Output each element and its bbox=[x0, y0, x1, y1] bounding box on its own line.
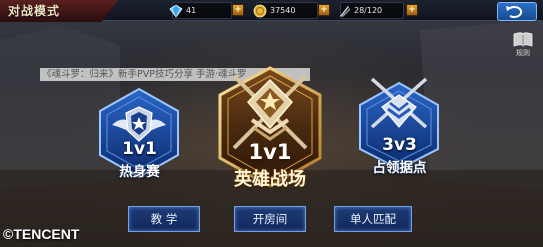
back-arrow-icon bbox=[506, 6, 523, 18]
rules-button[interactable]: 规则 bbox=[511, 30, 535, 62]
rules-label: 规则 bbox=[516, 49, 530, 57]
page-title: 对战模式 bbox=[8, 4, 61, 18]
mode-name-hero-battle: 英雄战场 bbox=[234, 169, 306, 190]
game-screen: 对战模式 41 + 37540 + 28/120 + 规则 《魂斗罗：归来》新手… bbox=[0, 0, 543, 247]
stamina-value: 28/120 bbox=[354, 6, 383, 15]
mode-card-warmup[interactable]: 1v1 热身赛 bbox=[92, 85, 187, 180]
gold-coin-icon bbox=[253, 4, 267, 17]
gold-counter: 37540 bbox=[253, 2, 318, 19]
mode-format-warmup: 1v1 bbox=[122, 139, 157, 159]
add-gold-button[interactable]: + bbox=[318, 4, 330, 16]
mode-format-capture-point: 3v3 bbox=[382, 135, 417, 155]
create-room-button[interactable]: 开房间 bbox=[234, 206, 306, 232]
diamond-value: 41 bbox=[186, 6, 197, 15]
add-diamond-button[interactable]: + bbox=[232, 4, 244, 16]
book-icon bbox=[513, 32, 533, 48]
diamond-counter: 41 bbox=[169, 2, 232, 19]
add-stamina-button[interactable]: + bbox=[406, 4, 418, 16]
stamina-counter: 28/120 bbox=[340, 2, 404, 19]
mode-card-capture-point[interactable]: 3v3 占领据点 bbox=[352, 75, 447, 180]
solo-match-button[interactable]: 单人匹配 bbox=[334, 206, 412, 232]
tutorial-button[interactable]: 教 学 bbox=[128, 206, 200, 232]
back-button[interactable] bbox=[497, 2, 537, 21]
mode-card-hero-battle[interactable]: 1v1 英雄战场 bbox=[208, 62, 332, 192]
mode-name-warmup: 热身赛 bbox=[119, 164, 160, 180]
mode-name-capture-point: 占领据点 bbox=[372, 160, 427, 176]
mode-format-hero-battle: 1v1 bbox=[248, 140, 292, 164]
gold-value: 37540 bbox=[270, 6, 296, 15]
stamina-icon bbox=[340, 5, 350, 17]
watermark: ©TENCENT bbox=[3, 226, 80, 242]
diamond-icon bbox=[169, 4, 183, 18]
